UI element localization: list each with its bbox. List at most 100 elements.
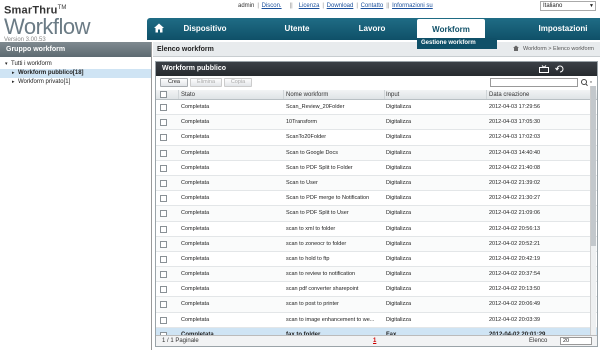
workform-tree: ▾ Tutti i workform ▸ Workform pubblico[18]… [0,57,151,87]
scrollbar-thumb[interactable] [591,86,596,246]
row-checkbox[interactable] [160,119,167,127]
cell-stato: Completata [181,195,210,202]
row-checkbox[interactable] [160,286,167,294]
table-row[interactable]: Completata 10Transform Digitalizza 2012-04-… [156,115,597,131]
tree-item-pubblico[interactable]: ▸ Workform pubblico[18] [0,69,151,78]
row-checkbox[interactable] [160,301,167,309]
table-row[interactable]: Completata Scan to PDF Split to User Digit… [156,206,597,222]
panel-title: Workform pubblico [162,65,227,72]
table-row[interactable]: Completata scan to review to notification… [156,267,597,283]
nav-impostazioni[interactable]: Impostazioni [529,18,597,40]
menu-item-gestione-workform[interactable]: Gestione workform [417,38,497,49]
copy-button[interactable]: Copia [224,78,252,87]
table-row[interactable]: Completata Scan to PDF Split to Folder Dig… [156,161,597,176]
tree-item-label: Workform pubblico[18] [18,70,84,76]
cell-input: Digitalizza [386,179,412,186]
app-window: SmarThruTM Workflow Version 3.00.53 admi… [0,0,600,350]
row-checkbox[interactable] [160,225,167,233]
table-row[interactable]: Completata Scan to User Digitalizza 2012-04… [156,175,597,192]
row-checkbox[interactable] [160,164,167,172]
table-row[interactable]: Completata scan to image enhancement to w… [156,313,597,328]
per-page-value: 20 [563,338,570,344]
header-data-creazione[interactable]: Data creazione [489,90,597,99]
cell-input: Digitalizza [386,316,412,323]
table-row[interactable]: Completata scan to xml to folder Digitaliz… [156,222,597,237]
table-row[interactable]: Completata scan to zoneocr to folder Digit… [156,236,597,252]
row-checkbox[interactable] [160,210,167,218]
row-checkbox[interactable] [160,149,167,157]
cell-nome-workform: Scan to PDF Split to Folder [286,164,353,171]
table-row[interactable]: Completata Scan to Google Docs Digitalizza… [156,145,597,161]
header-stato[interactable]: Stato [181,90,281,99]
cell-nome-workform: scan to hold to ftp [286,255,330,262]
tree-item-privato[interactable]: ▸ Workform privato[1] [0,78,151,87]
cell-stato: Completata [181,301,210,308]
cell-nome-workform: Scan to User [286,179,318,186]
vertical-scrollbar[interactable] [590,86,596,338]
logout-link[interactable]: Discon. [262,3,282,9]
row-checkbox[interactable] [160,104,167,111]
row-checkbox[interactable] [160,134,167,142]
search-input[interactable] [490,78,578,87]
table-row[interactable]: Completata scan pdf converter sharepoint D… [156,282,597,298]
home-icon[interactable] [153,22,165,34]
export-icon[interactable] [539,65,549,73]
page-title: Elenco workform [157,46,214,53]
cell-data-creazione: 2012-04-03 17:02:03 [489,134,541,141]
table-row[interactable]: Completata scan to post to printer Digital… [156,297,597,313]
cell-data-creazione: 2012-04-02 20:52:21 [489,240,541,247]
cell-stato: Completata [181,164,210,171]
header-input[interactable]: Input [386,90,486,99]
nav-lavoro[interactable]: Lavoro [347,18,397,40]
contact-link[interactable]: Contatto [361,3,384,9]
page-info: 1 / 1 Paginale [162,338,199,344]
table-header: Stato Nome workform Input Data creazione [156,90,597,100]
license-link[interactable]: Licenza [299,3,320,9]
cell-nome-workform: scan to xml to folder [286,225,336,232]
select-all-checkbox[interactable] [160,91,167,98]
row-checkbox[interactable] [160,179,167,187]
nav-dispositivo[interactable]: Dispositivo [175,18,235,40]
table-row[interactable]: Completata scan to hold to ftp Digitalizza… [156,252,597,268]
cell-input: Digitalizza [386,271,412,278]
cell-input: Digitalizza [386,195,412,202]
table-row[interactable]: Completata Scan_Review_20Folder Digitalizz… [156,100,597,116]
cell-stato: Completata [181,240,210,247]
cell-nome-workform: scan to post to printer [286,301,339,308]
cell-input: Digitalizza [386,286,412,293]
per-page-select[interactable]: 20 [560,337,592,345]
row-checkbox[interactable] [160,255,167,263]
cell-nome-workform: scan to zoneocr to folder [286,240,347,247]
row-checkbox[interactable] [160,240,167,248]
nav-workform[interactable]: Workform [417,19,485,39]
table-row[interactable]: Completata Scan to PDF merge to Notificat… [156,191,597,207]
cell-data-creazione: 2012-04-02 21:30:27 [489,195,541,202]
row-checkbox[interactable] [160,271,167,279]
table-row[interactable]: Completata ScanTo20Folder Digitalizza 2012-… [156,130,597,146]
cell-stato: Completata [181,255,210,262]
cell-stato: Completata [181,210,210,217]
info-link[interactable]: Informazioni su [392,3,433,9]
download-link[interactable]: Download [327,3,354,9]
cell-stato: Completata [181,316,210,323]
refresh-icon[interactable] [555,65,565,73]
header-nome-workform[interactable]: Nome workform [286,90,386,99]
top-links: admin | Discon. || Licenza | Download | Con… [238,3,433,9]
cell-nome-workform: Scan to PDF merge to Notification [286,195,370,202]
nav-utente[interactable]: Utente [269,18,325,40]
tree-item-label: Workform privato[1] [18,79,71,85]
cell-nome-workform: scan to review to notification [286,271,356,278]
cell-input: Digitalizza [386,255,412,262]
cell-data-creazione: 2012-04-02 20:13:50 [489,286,541,293]
row-checkbox[interactable] [160,316,167,324]
per-page-label: Elenco [529,338,548,344]
cell-input: Digitalizza [386,104,412,110]
tree-root[interactable]: ▾ Tutti i workform [0,60,151,69]
cell-stato: Completata [181,134,210,141]
create-button[interactable]: Crea [160,78,188,87]
language-select[interactable]: Italiano ▼ [540,1,596,11]
page-link-1[interactable]: 1 [373,336,376,346]
row-checkbox[interactable] [160,195,167,203]
delete-button[interactable]: Elimina [190,78,222,87]
cell-data-creazione: 2012-04-02 21:39:02 [489,179,541,186]
